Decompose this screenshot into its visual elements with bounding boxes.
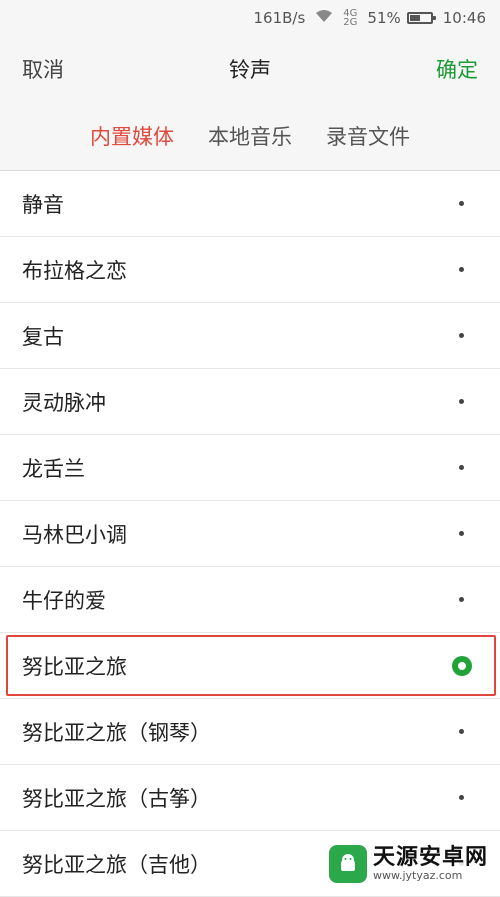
unselected-dot-icon — [459, 729, 464, 734]
unselected-dot-icon — [459, 465, 464, 470]
status-bar: 161B/s 4G 2G 51% 10:46 — [0, 0, 500, 36]
confirm-button[interactable]: 确定 — [436, 54, 478, 84]
ringtone-item[interactable]: 静音 — [0, 171, 500, 237]
battery-percent: 51% — [367, 9, 401, 27]
ringtone-item[interactable]: 努比亚之旅（钢琴） — [0, 699, 500, 765]
battery-icon — [406, 12, 436, 24]
ringtone-item[interactable]: 龙舌兰 — [0, 435, 500, 501]
network-speed: 161B/s — [253, 9, 306, 27]
ringtone-item[interactable]: 努比亚之旅（古筝） — [0, 765, 500, 831]
unselected-dot-icon — [459, 201, 464, 206]
ringtone-item-selected[interactable]: 努比亚之旅 — [0, 633, 500, 699]
radio-selected-icon[interactable] — [452, 655, 472, 676]
watermark-name: 天源安卓网 — [372, 845, 488, 870]
unselected-dot-icon — [459, 795, 464, 800]
tab-recordings[interactable]: 录音文件 — [326, 121, 410, 151]
clock: 10:46 — [442, 9, 486, 27]
header: 取消 铃声 确定 — [0, 36, 500, 102]
ringtone-label: 努比亚之旅（吉他） — [22, 852, 211, 877]
ringtone-label: 马林巴小调 — [22, 522, 127, 547]
battery-fill — [409, 15, 420, 21]
ringtone-item[interactable]: 牛仔的爱 — [0, 567, 500, 633]
network-type-bottom: 2G — [343, 17, 358, 28]
unselected-dot-icon — [459, 531, 464, 536]
tab-bar: 内置媒体 本地音乐 录音文件 — [0, 102, 500, 171]
watermark-url: www.jytyaz.com — [372, 869, 463, 882]
signal-icon: 4G 2G — [343, 9, 358, 28]
cancel-button[interactable]: 取消 — [22, 54, 64, 84]
watermark: 天源安卓网 www.jytyaz.com — [324, 843, 492, 885]
ringtone-label: 灵动脉冲 — [22, 390, 106, 415]
ringtone-label: 龙舌兰 — [22, 456, 85, 481]
watermark-text: 天源安卓网 www.jytyaz.com — [373, 846, 488, 882]
tab-builtin-media[interactable]: 内置媒体 — [90, 121, 174, 151]
android-logo-icon — [328, 845, 367, 883]
ringtone-item[interactable]: 布拉格之恋 — [0, 237, 500, 303]
battery-status: 51% — [367, 9, 436, 27]
tab-local-music[interactable]: 本地音乐 — [208, 121, 292, 151]
ringtone-label: 努比亚之旅 — [22, 654, 127, 679]
unselected-dot-icon — [459, 597, 464, 602]
ringtone-item[interactable]: 灵动脉冲 — [0, 369, 500, 435]
unselected-dot-icon — [459, 267, 464, 272]
ringtone-label: 静音 — [22, 192, 64, 217]
ringtone-list: 静音 布拉格之恋 复古 灵动脉冲 龙舌兰 马林巴小调 牛仔的爱 努比亚之旅 努比… — [0, 171, 500, 897]
ringtone-label: 复古 — [22, 324, 64, 349]
ringtone-label: 布拉格之恋 — [22, 258, 127, 283]
ringtone-item[interactable]: 马林巴小调 — [0, 501, 500, 567]
page-title: 铃声 — [229, 58, 271, 82]
wifi-icon — [315, 9, 333, 27]
ringtone-item[interactable]: 复古 — [0, 303, 500, 369]
ringtone-label: 努比亚之旅（钢琴） — [22, 720, 211, 745]
ringtone-label: 牛仔的爱 — [22, 588, 106, 613]
ringtone-label: 努比亚之旅（古筝） — [22, 786, 211, 811]
unselected-dot-icon — [459, 399, 464, 404]
unselected-dot-icon — [459, 333, 464, 338]
